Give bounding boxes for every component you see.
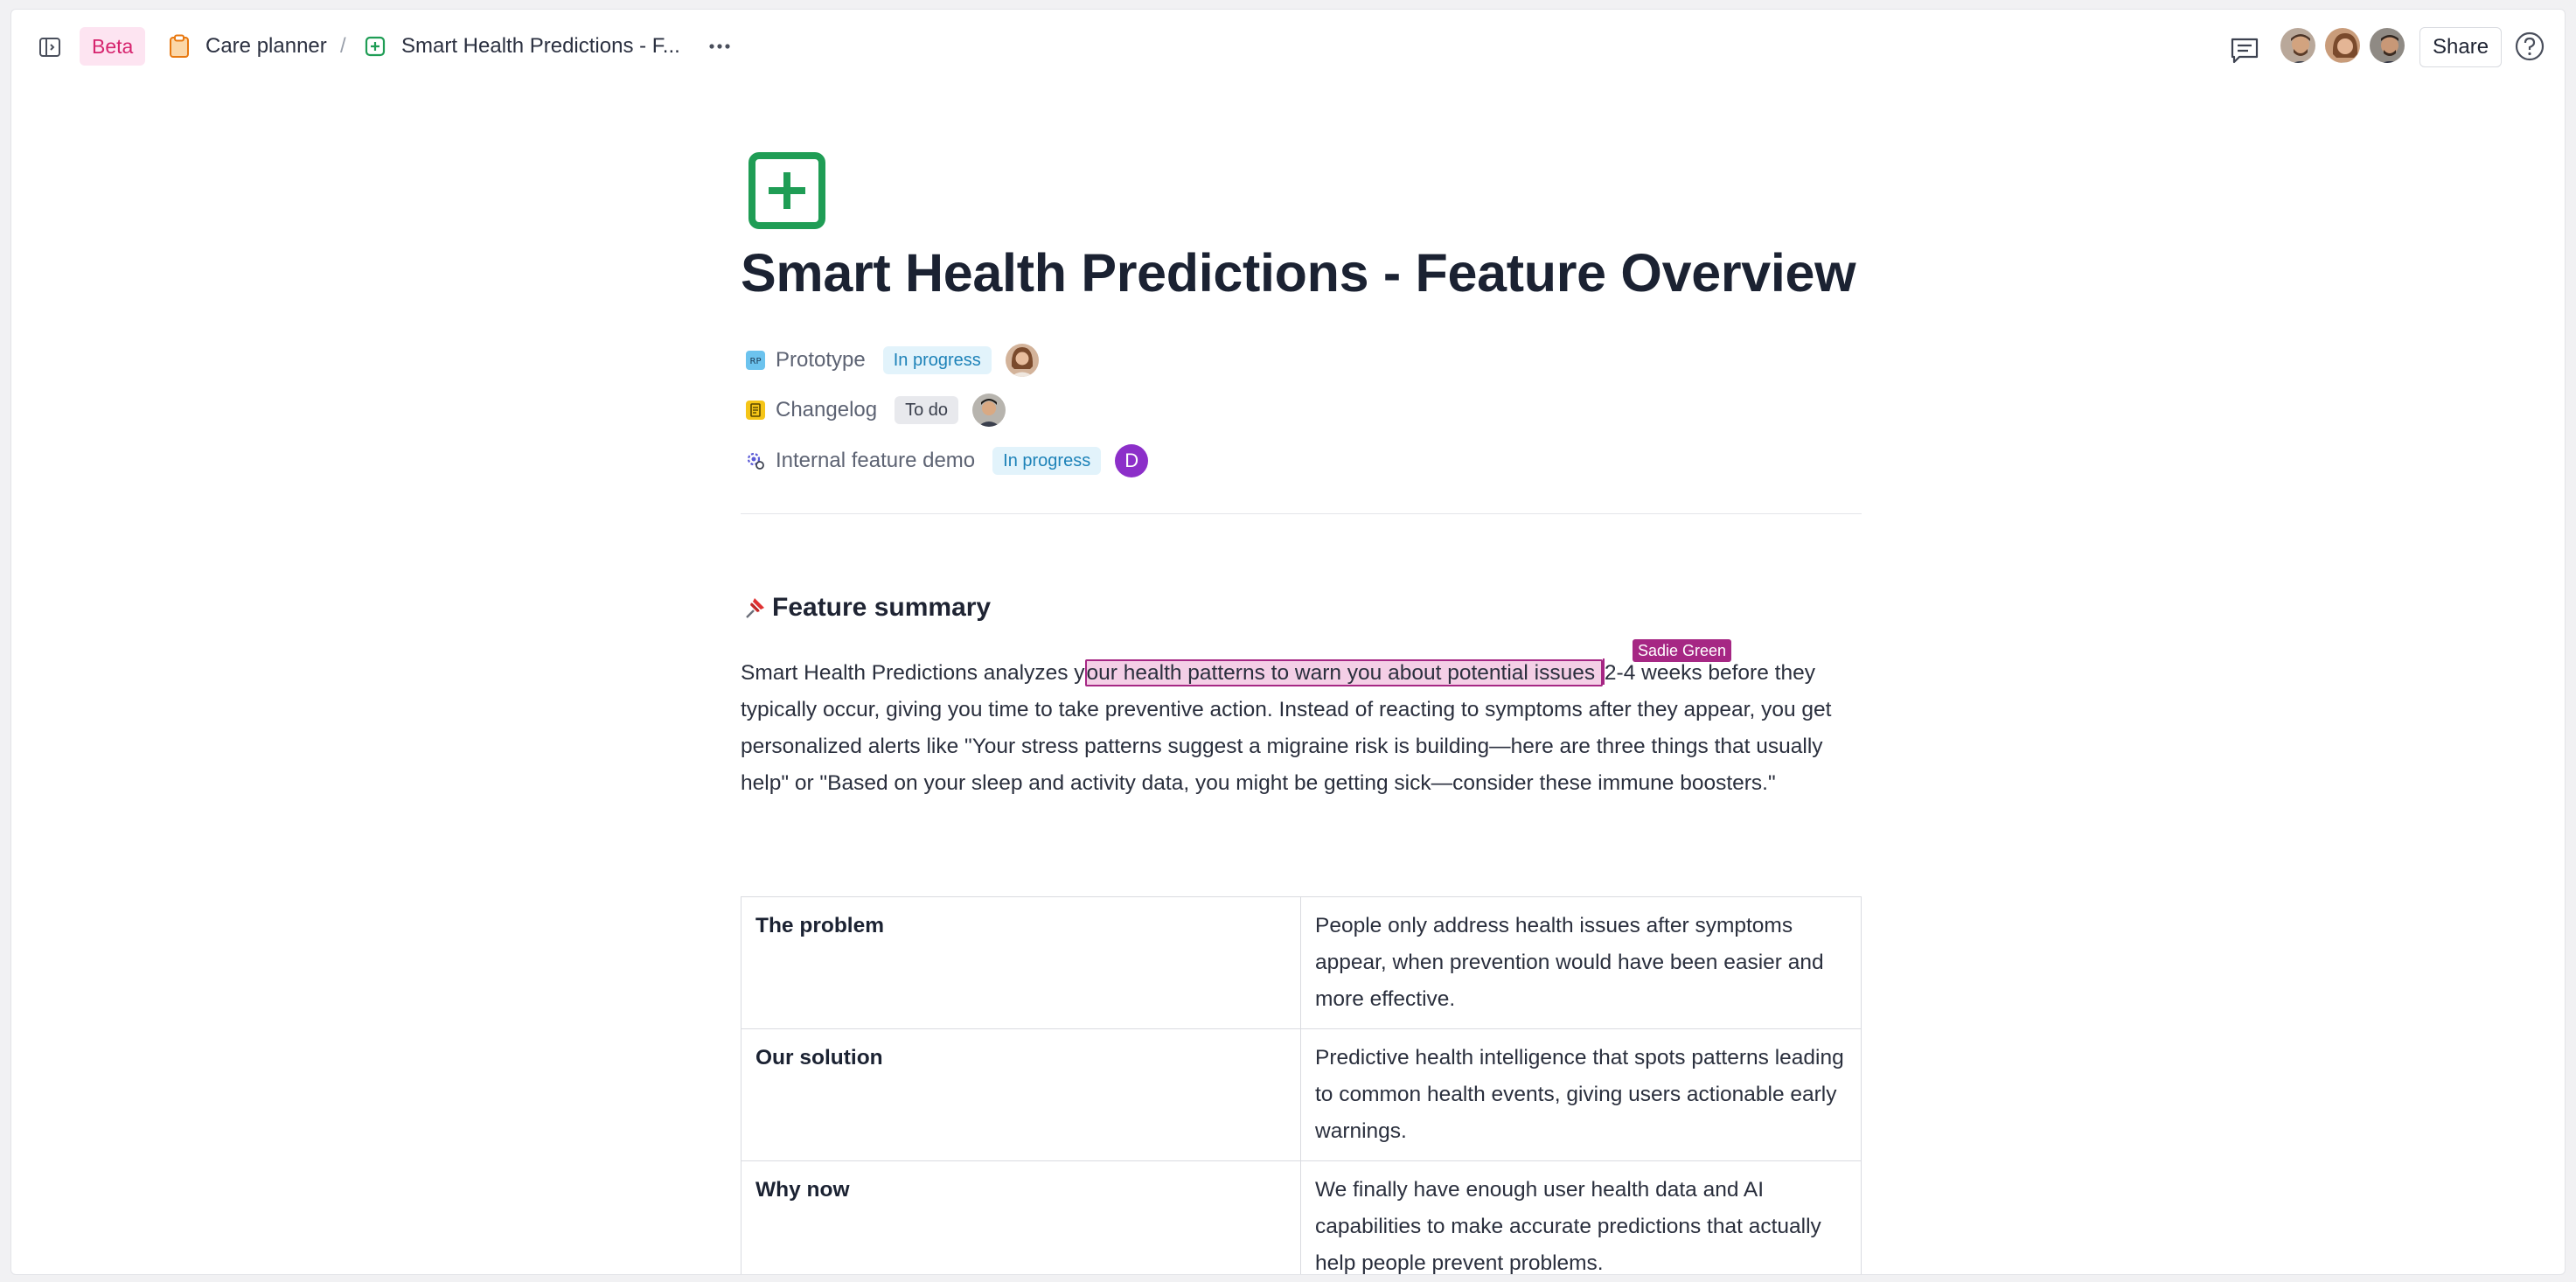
table-row: The problem People only address health i… — [741, 896, 1862, 1029]
plus-square-icon — [363, 34, 387, 59]
status-badge[interactable]: To do — [895, 396, 959, 424]
avatar[interactable] — [2367, 25, 2407, 66]
property-label: Changelog — [776, 398, 878, 422]
property-label: Prototype — [776, 348, 866, 372]
avatar[interactable] — [972, 394, 1006, 427]
breadcrumb-separator: / — [340, 34, 346, 58]
page-title[interactable]: Smart Health Predictions - Feature Overv… — [741, 242, 1856, 303]
table-cell-value[interactable]: We finally have enough user health data … — [1300, 1160, 1862, 1274]
breadcrumb-label: Smart Health Predictions - F... — [401, 34, 680, 58]
paragraph-text: Smart Health Predictions analyzes y — [741, 661, 1085, 685]
summary-table: The problem People only address health i… — [741, 896, 1862, 1274]
table-cell-value[interactable]: People only address health issues after … — [1300, 896, 1862, 1029]
prototype-badge-icon: RP — [744, 349, 767, 372]
sidebar-toggle-icon[interactable] — [36, 33, 64, 61]
breadcrumb-current-page[interactable]: Smart Health Predictions - F... — [363, 27, 680, 66]
changelog-icon — [744, 399, 767, 422]
app-window: Beta Care planner / Smart Health Predict… — [10, 9, 2566, 1275]
breadcrumb-care-planner[interactable]: Care planner — [167, 27, 327, 66]
top-bar: Beta Care planner / Smart Health Predict… — [11, 10, 2565, 83]
clipboard-icon — [167, 34, 191, 59]
table-cell-key[interactable]: Our solution — [741, 1028, 1301, 1161]
table-cell-value[interactable]: Predictive health intelligence that spot… — [1300, 1028, 1862, 1161]
svg-text:RP: RP — [750, 357, 762, 366]
share-button[interactable]: Share — [2419, 27, 2503, 67]
avatar[interactable] — [2322, 25, 2363, 66]
pushpin-icon — [741, 594, 769, 622]
property-label: Internal feature demo — [776, 449, 976, 472]
property-row-changelog[interactable]: Changelog To do — [744, 392, 1006, 428]
table-row: Why now We finally have enough user heal… — [741, 1160, 1862, 1274]
avatar[interactable] — [2278, 25, 2318, 66]
table-cell-key[interactable]: Why now — [741, 1160, 1301, 1274]
section-heading-label: Feature summary — [772, 593, 992, 622]
property-row-prototype[interactable]: RP Prototype In progress — [744, 342, 1039, 379]
feature-summary-paragraph[interactable]: Smart Health Predictions analyzes your h… — [741, 655, 1869, 802]
avatar[interactable]: D — [1115, 444, 1149, 477]
collaborator-selection[interactable]: our health patterns to warn you about po… — [1084, 659, 1603, 686]
table-cell-key[interactable]: The problem — [741, 896, 1301, 1029]
breadcrumb-label: Care planner — [205, 34, 327, 58]
status-badge[interactable]: In progress — [882, 346, 992, 374]
divider — [741, 513, 1862, 514]
comments-icon[interactable] — [2229, 36, 2264, 67]
table-row: Our solution Predictive health intellige… — [741, 1028, 1862, 1161]
cog-sparkle-icon — [744, 449, 767, 472]
beta-badge[interactable]: Beta — [80, 27, 146, 66]
more-options-icon[interactable] — [702, 32, 737, 60]
property-row-internal-feature-demo[interactable]: Internal feature demo In progress D — [744, 442, 1149, 479]
help-icon[interactable] — [2514, 31, 2547, 64]
plus-square-icon[interactable] — [748, 151, 826, 230]
avatar[interactable] — [1005, 344, 1039, 377]
section-heading[interactable]: Feature summary — [741, 590, 991, 625]
status-badge[interactable]: In progress — [992, 447, 1102, 475]
